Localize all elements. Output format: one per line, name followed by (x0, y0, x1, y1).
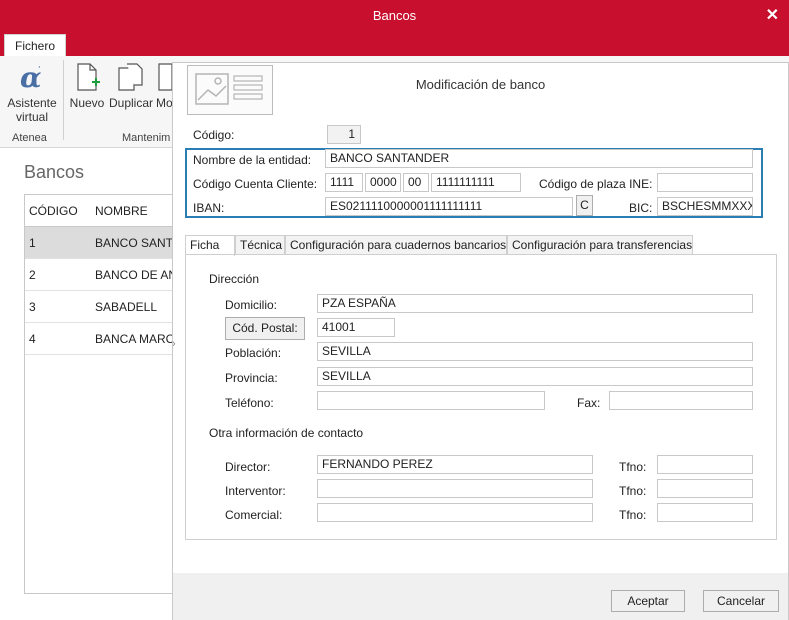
new-document-icon (77, 63, 100, 91)
column-header-nombre[interactable]: NOMBRE (95, 204, 148, 218)
close-icon[interactable]: ✕ (766, 5, 779, 25)
dialog-title: Modificación de banco (415, 77, 546, 92)
domicilio-field[interactable]: PZA ESPAÑA (317, 294, 753, 313)
ccc-cuenta-field[interactable]: 1111111111 (431, 173, 521, 192)
ccc-entidad-field[interactable]: 1111 (325, 173, 363, 192)
title-bar: Bancos ✕ (0, 0, 789, 32)
tfno-comercial-label: Tfno: (619, 508, 647, 522)
row-name: SABADELL (95, 300, 158, 314)
tab-tecnica[interactable]: Técnica (235, 235, 285, 255)
row-code: 4 (29, 332, 36, 346)
row-name: BANCO DE AN (95, 268, 178, 282)
row-name: BANCA MARC (95, 332, 175, 346)
duplicar-button[interactable]: Duplicar (108, 62, 154, 110)
fax-label: Fax: (577, 396, 601, 410)
cancelar-button[interactable]: Cancelar (703, 590, 779, 612)
provincia-label: Provincia: (225, 371, 278, 385)
nuevo-label: Nuevo (69, 96, 105, 110)
plaza-ine-field[interactable] (657, 173, 753, 192)
tfno-director-field[interactable] (657, 455, 753, 474)
entidad-label: Nombre de la entidad: (193, 153, 312, 167)
column-header-codigo[interactable]: CÓDIGO (29, 204, 78, 218)
domicilio-label: Domicilio: (225, 298, 278, 312)
codigo-label: Código: (193, 128, 235, 142)
comercial-field[interactable] (317, 503, 593, 522)
dialog-button-bar: Aceptar Cancelar (173, 573, 788, 620)
ccc-label: Código Cuenta Cliente: (193, 177, 318, 191)
group-label-mantenimiento: Mantenim (122, 132, 171, 144)
ribbon-separator (63, 60, 64, 140)
window-title: Bancos (372, 8, 417, 23)
iban-label: IBAN: (193, 201, 225, 215)
provincia-field[interactable]: SEVILLA (317, 367, 753, 386)
group-label-atenea: Atenea (12, 132, 47, 144)
tfno-interventor-field[interactable] (657, 479, 753, 498)
iban-calc-button[interactable]: C (576, 195, 593, 216)
tab-transferencias[interactable]: Configuración para transferencias (507, 235, 693, 255)
entidad-field[interactable]: BANCO SANTANDER (325, 149, 753, 168)
tfno-comercial-field[interactable] (657, 503, 753, 522)
alpha-icon: α ʼ (20, 62, 42, 92)
tab-ficha[interactable]: Ficha (185, 235, 235, 256)
contacto-heading: Otra información de contacto (209, 426, 364, 440)
bic-field[interactable]: BSCHESMMXXX (657, 197, 753, 216)
tab-fichero[interactable]: Fichero (4, 34, 66, 56)
direccion-heading: Dirección (209, 272, 260, 286)
asistente-label-line2: virtual (15, 110, 48, 124)
aceptar-button[interactable]: Aceptar (611, 590, 685, 612)
comercial-label: Comercial: (225, 508, 283, 522)
codigo-field: 1 (327, 125, 361, 144)
tfno-director-label: Tfno: (619, 460, 647, 474)
director-field[interactable]: FERNANDO PEREZ (317, 455, 593, 474)
iban-field[interactable]: ES0211110000001111111111 (325, 197, 573, 216)
director-label: Director: (225, 460, 271, 474)
row-code: 1 (29, 236, 36, 250)
nuevo-button[interactable]: Nuevo (68, 62, 106, 110)
telefono-label: Teléfono: (225, 396, 274, 410)
modificacion-banco-dialog: Modificación de banco Código: 1 Nombre d… (172, 62, 789, 620)
asistente-virtual-button[interactable]: α ʼ Asistente virtual (6, 62, 58, 124)
interventor-label: Interventor: (225, 484, 286, 498)
ccc-oficina-field[interactable]: 0000 (365, 173, 401, 192)
interventor-field[interactable] (317, 479, 593, 498)
list-title: Bancos (24, 162, 85, 182)
row-code: 2 (29, 268, 36, 282)
ribbon-tab-strip: Fichero (0, 32, 789, 56)
poblacion-field[interactable]: SEVILLA (317, 342, 753, 361)
row-name: BANCO SANTA (95, 236, 181, 250)
asistente-label-line1: Asistente (7, 96, 57, 110)
duplicate-icon (118, 63, 143, 91)
bic-label: BIC: (629, 201, 653, 215)
tab-cuadernos-bancarios[interactable]: Configuración para cuadernos bancarios (285, 235, 507, 255)
chevron-right-icon[interactable]: › (172, 338, 176, 350)
row-code: 3 (29, 300, 36, 314)
plaza-ine-label: Código de plaza INE: (539, 177, 653, 191)
poblacion-label: Población: (225, 346, 282, 360)
svg-text:ʼ: ʼ (38, 65, 41, 74)
fax-field[interactable] (609, 391, 753, 410)
duplicar-label: Duplicar (108, 96, 153, 110)
tfno-interventor-label: Tfno: (619, 484, 647, 498)
ccc-dc-field[interactable]: 00 (403, 173, 429, 192)
codigo-postal-field[interactable]: 41001 (317, 318, 395, 337)
codigo-postal-button[interactable]: Cód. Postal: (225, 317, 305, 340)
telefono-field[interactable] (317, 391, 545, 410)
